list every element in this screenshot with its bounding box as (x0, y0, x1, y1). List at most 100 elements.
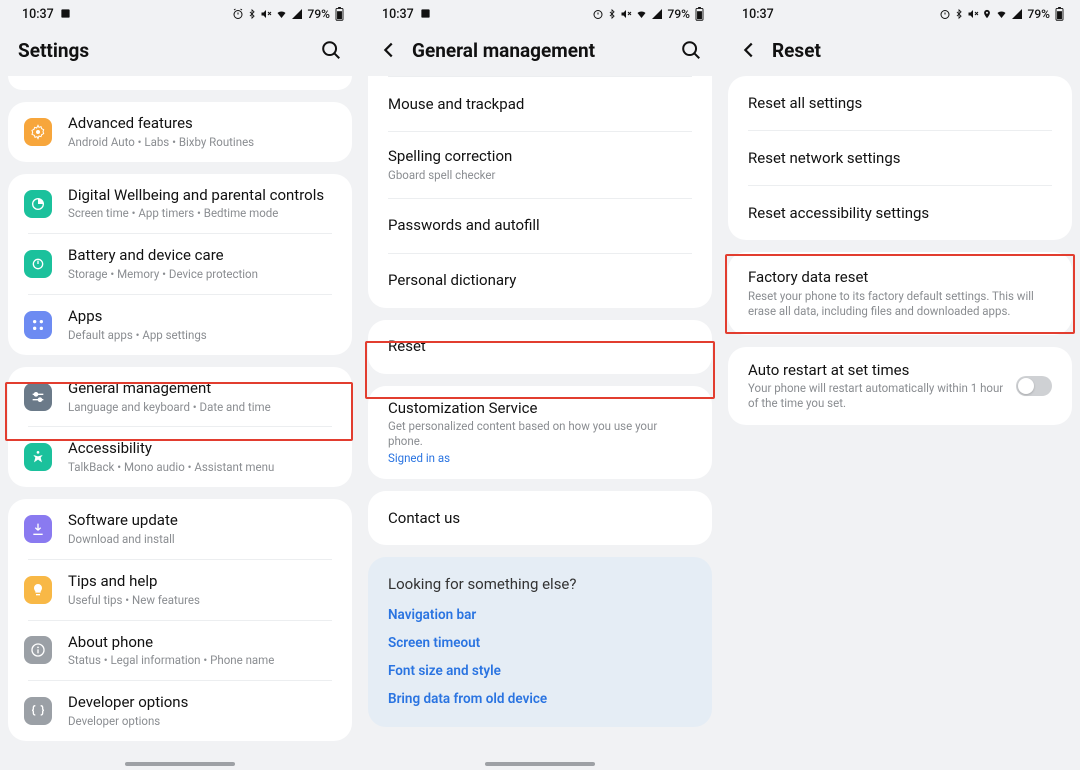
row-sub: Language and keyboard • Date and time (68, 400, 336, 415)
page-title: Reset (772, 39, 1062, 62)
row-title: Reset all settings (748, 94, 1052, 113)
signal-icon (1011, 8, 1023, 20)
search-icon[interactable] (680, 39, 702, 61)
status-time: 10:37 (22, 7, 71, 22)
signal-icon (291, 8, 303, 20)
status-bar: 10:37 79% (720, 0, 1080, 28)
auto-restart-toggle[interactable] (1016, 376, 1052, 396)
row-title: General management (68, 379, 336, 398)
row-sub: Get personalized content based on how yo… (388, 419, 692, 449)
row-sub: Screen time • App timers • Bedtime mode (68, 206, 336, 221)
sliders-icon (24, 383, 52, 411)
row-passwords-autofill[interactable]: Passwords and autofill (368, 199, 712, 253)
looking-for-card: Looking for something else? Navigation b… (368, 557, 712, 727)
row-factory-data-reset[interactable]: Factory data reset Reset your phone to i… (728, 252, 1072, 335)
header: Reset (720, 28, 1080, 72)
signal-icon (651, 8, 663, 20)
mute-icon (620, 8, 632, 20)
row-sub: Android Auto • Labs • Bixby Routines (68, 135, 336, 150)
alarm-icon (939, 8, 951, 20)
looking-heading: Looking for something else? (388, 575, 692, 593)
row-title: Reset (388, 337, 692, 356)
link-navigation-bar[interactable]: Navigation bar (388, 607, 692, 623)
settings-row-advanced-features[interactable]: Advanced features Android Auto • Labs • … (8, 102, 352, 162)
page-title: General management (412, 39, 668, 62)
settings-row-about-phone[interactable]: About phone Status • Legal information •… (8, 621, 352, 681)
row-spelling-correction[interactable]: Spelling correction Gboard spell checker (368, 132, 712, 198)
row-title: Advanced features (68, 114, 336, 133)
screen-settings: 10:37 79% Settings Advanced features (0, 0, 360, 770)
row-title: Software update (68, 511, 336, 530)
row-title: Passwords and autofill (388, 216, 692, 235)
row-reset-network-settings[interactable]: Reset network settings (728, 131, 1072, 185)
status-battery-text: 79% (1028, 7, 1050, 21)
row-contact-us[interactable]: Contact us (368, 491, 712, 545)
bulb-icon (24, 576, 52, 604)
wifi-icon (995, 8, 1008, 20)
bluetooth-icon (247, 8, 257, 20)
info-icon (24, 636, 52, 664)
gear-icon (24, 118, 52, 146)
header: General management (360, 28, 720, 72)
status-bar: 10:37 79% (360, 0, 720, 28)
row-title: About phone (68, 633, 336, 652)
row-sub: Useful tips • New features (68, 593, 336, 608)
bluetooth-icon (607, 8, 617, 20)
row-sub: Download and install (68, 532, 336, 547)
nav-indicator[interactable] (485, 762, 595, 766)
row-reset[interactable]: Reset (368, 320, 712, 374)
page-title: Settings (18, 39, 308, 62)
row-sub: Developer options (68, 714, 336, 729)
settings-row-apps[interactable]: Apps Default apps • App settings (8, 295, 352, 355)
accessibility-icon (24, 443, 52, 471)
settings-row-battery-device-care[interactable]: Battery and device care Storage • Memory… (8, 234, 352, 294)
row-title: Apps (68, 307, 336, 326)
settings-row-accessibility[interactable]: Accessibility TalkBack • Mono audio • As… (8, 427, 352, 487)
row-auto-restart[interactable]: Auto restart at set times Your phone wil… (728, 347, 1072, 426)
row-title: Reset network settings (748, 149, 1052, 168)
update-icon (24, 515, 52, 543)
row-reset-all-settings[interactable]: Reset all settings (728, 76, 1072, 130)
row-title: Contact us (388, 509, 692, 528)
alarm-icon (592, 8, 604, 20)
search-icon[interactable] (320, 39, 342, 61)
link-screen-timeout[interactable]: Screen timeout (388, 635, 692, 651)
row-title: Accessibility (68, 439, 336, 458)
row-sub: Default apps • App settings (68, 328, 336, 343)
row-reset-accessibility-settings[interactable]: Reset accessibility settings (728, 186, 1072, 240)
row-title: Factory data reset (748, 268, 1052, 287)
row-title: Personal dictionary (388, 271, 692, 290)
back-icon[interactable] (378, 39, 400, 61)
row-mouse-trackpad[interactable]: Mouse and trackpad (368, 77, 712, 131)
row-sub: Storage • Memory • Device protection (68, 267, 336, 282)
row-sub: TalkBack • Mono audio • Assistant menu (68, 460, 336, 475)
settings-row-software-update[interactable]: Software update Download and install (8, 499, 352, 559)
battery-icon (1055, 7, 1064, 21)
row-title: Customization Service (388, 399, 692, 418)
header: Settings (0, 28, 360, 72)
row-title: Digital Wellbeing and parental controls (68, 186, 336, 205)
wifi-icon (275, 8, 288, 20)
settings-row-tips-help[interactable]: Tips and help Useful tips • New features (8, 560, 352, 620)
settings-row-digital-wellbeing[interactable]: Digital Wellbeing and parental controls … (8, 174, 352, 234)
braces-icon (24, 697, 52, 725)
card-stub (8, 76, 352, 90)
apps-icon (24, 311, 52, 339)
row-personal-dictionary[interactable]: Personal dictionary (368, 254, 712, 308)
nav-indicator[interactable] (125, 762, 235, 766)
settings-row-developer-options[interactable]: Developer options Developer options (8, 681, 352, 741)
settings-row-general-management[interactable]: General management Language and keyboard… (8, 367, 352, 427)
row-link: Signed in as (388, 451, 692, 466)
row-customization-service[interactable]: Customization Service Get personalized c… (368, 386, 712, 480)
status-bar: 10:37 79% (0, 0, 360, 28)
mute-icon (967, 8, 979, 20)
status-icons: 79% (232, 7, 344, 21)
link-font-size-style[interactable]: Font size and style (388, 663, 692, 679)
bluetooth-icon (954, 8, 964, 20)
row-sub: Status • Legal information • Phone name (68, 653, 336, 668)
row-sub: Reset your phone to its factory default … (748, 289, 1052, 319)
link-bring-data[interactable]: Bring data from old device (388, 691, 692, 707)
back-icon[interactable] (738, 39, 760, 61)
status-battery-text: 79% (668, 7, 690, 21)
status-icons: 79% (592, 7, 704, 21)
